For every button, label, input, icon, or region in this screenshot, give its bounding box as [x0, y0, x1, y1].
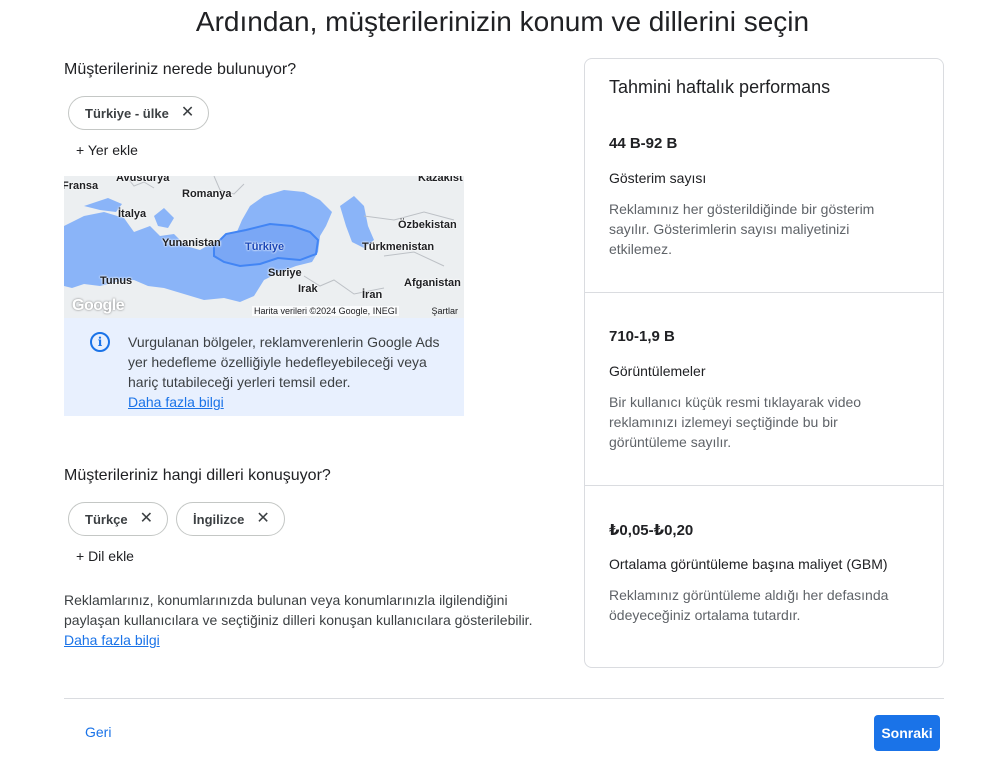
metric-description: Reklamınız görüntüleme aldığı her defası… — [609, 587, 889, 623]
info-text: Vurgulanan bölgeler, reklamverenlerin Go… — [128, 334, 440, 390]
location-chip-label: Türkiye - ülke — [85, 105, 169, 121]
map-label-iran: İran — [362, 289, 383, 301]
map-terms-link[interactable]: Şartlar — [431, 306, 458, 316]
location-chips: Türkiye - ülke ✕ — [68, 96, 210, 130]
metric-value: 44 B-92 B — [609, 135, 678, 152]
performance-card: Tahmini haftalık performans 44 B-92 B Gö… — [584, 58, 944, 668]
language-chips: Türkçe ✕ İngilizce ✕ — [68, 502, 285, 536]
location-map[interactable]: Fransa Avusturya Kazakist Romanya İtalya… — [64, 176, 464, 318]
metric-label: Ortalama görüntüleme başına maliyet (GBM… — [609, 556, 888, 572]
performance-title: Tahmini haftalık performans — [609, 77, 831, 97]
google-logo: Google — [72, 297, 125, 314]
add-location-button[interactable]: + Yer ekle — [76, 142, 138, 158]
info-learn-more-link[interactable]: Daha fazla bilgi — [128, 394, 224, 410]
map-label-suriye: Suriye — [268, 267, 302, 279]
map-label-avusturya: Avusturya — [116, 176, 170, 184]
map-label-ozbekistan: Özbekistan — [398, 219, 457, 231]
close-icon[interactable]: ✕ — [140, 511, 153, 527]
footer-divider — [64, 698, 944, 699]
disclaimer: Reklamlarınız, konumlarınızda bulunan ve… — [64, 590, 534, 650]
metric-label: Görüntülemeler — [609, 363, 706, 379]
map-label-yunanistan: Yunanistan — [162, 237, 221, 249]
info-icon: i — [90, 332, 110, 352]
next-button[interactable]: Sonraki — [874, 715, 940, 751]
map-label-afganistan: Afganistan — [404, 277, 461, 289]
metric-description: Bir kullanıcı küçük resmi tıklayarak vid… — [609, 394, 862, 450]
language-chip-label: Türkçe — [85, 511, 128, 527]
location-chip[interactable]: Türkiye - ülke ✕ — [68, 96, 210, 130]
close-icon[interactable]: ✕ — [256, 511, 269, 527]
add-language-button[interactable]: + Dil ekle — [76, 548, 134, 564]
close-icon[interactable]: ✕ — [181, 105, 194, 121]
language-chip-turkce[interactable]: Türkçe ✕ — [68, 502, 169, 536]
language-chip-ingilizce[interactable]: İngilizce ✕ — [176, 502, 285, 536]
metric-value: ₺0,05-₺0,20 — [609, 522, 694, 539]
map-label-irak: Irak — [298, 283, 318, 295]
language-chip-label: İngilizce — [193, 511, 245, 527]
disclaimer-text: Reklamlarınız, konumlarınızda bulunan ve… — [64, 592, 533, 628]
map-label-fransa: Fransa — [64, 180, 99, 192]
metric-value: 710-1,9 B — [609, 328, 675, 345]
info-box: i Vurgulanan bölgeler, reklamverenlerin … — [64, 318, 464, 416]
map-label-turkiye: Türkiye — [245, 241, 285, 253]
map-label-turkmenistan: Türkmenistan — [362, 241, 435, 253]
location-heading: Müşterileriniz nerede bulunuyor? — [64, 61, 297, 78]
metric-label: Gösterim sayısı — [609, 170, 707, 186]
map-label-tunus: Tunus — [100, 275, 133, 287]
disclaimer-learn-more-link[interactable]: Daha fazla bilgi — [64, 632, 160, 648]
page-title: Ardından, müşterilerinizin konum ve dill… — [195, 6, 810, 37]
divider — [585, 485, 943, 486]
map-label-kazakistan: Kazakist — [418, 176, 463, 184]
back-button[interactable]: Geri — [85, 724, 111, 740]
divider — [585, 292, 943, 293]
map-label-romanya: Romanya — [182, 188, 232, 200]
language-heading: Müşterileriniz hangi dilleri konuşuyor? — [64, 467, 331, 484]
map-label-italya: İtalya — [118, 208, 147, 220]
map-copyright: Harita verileri ©2024 Google, INEGI — [252, 306, 400, 316]
metric-description: Reklamınız her gösterildiğinde bir göste… — [609, 201, 875, 257]
